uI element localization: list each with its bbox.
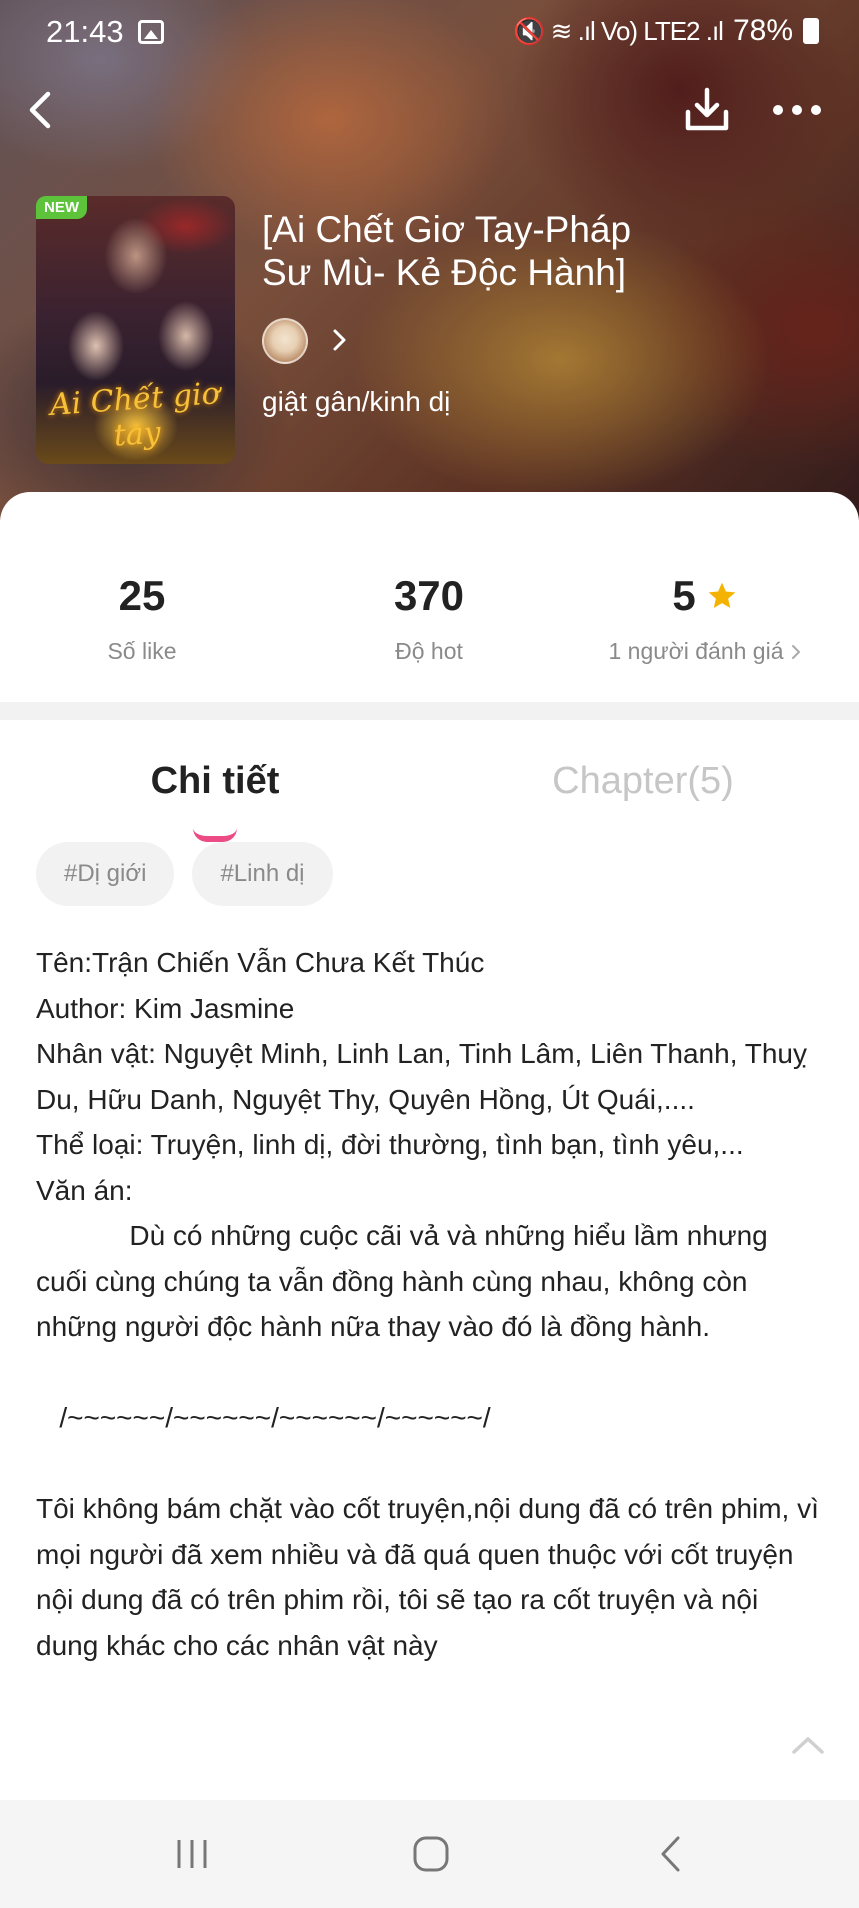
- home-icon: [413, 1836, 449, 1872]
- author-link[interactable]: [330, 327, 350, 353]
- system-back-button[interactable]: [656, 1834, 686, 1874]
- battery-percent: 78%: [732, 14, 793, 47]
- author-avatar[interactable]: [262, 318, 308, 364]
- hot-label: Độ hot: [395, 638, 463, 664]
- likes-stat: 25 Số like: [62, 572, 222, 665]
- recent-apps-button[interactable]: [174, 1836, 210, 1872]
- story-title: [Ai Chết Giơ Tay-Pháp Sư Mù- Kẻ Độc Hành…: [262, 209, 632, 293]
- rating-count-label: 1 người đánh giá: [608, 638, 784, 664]
- home-button[interactable]: [411, 1834, 451, 1874]
- hot-stat: 370 Độ hot: [349, 572, 509, 665]
- tab-bar: Chi tiết Chapter(5): [0, 720, 859, 842]
- system-navigation-bar: [0, 1800, 859, 1908]
- tag-chip[interactable]: #Linh dị: [192, 842, 333, 906]
- tab-detail[interactable]: Chi tiết: [118, 760, 312, 803]
- battery-icon: [803, 18, 819, 44]
- more-dots-icon: [773, 105, 821, 115]
- scroll-to-top-button[interactable]: [788, 1730, 828, 1760]
- active-tab-indicator: [193, 828, 237, 842]
- likes-label: Số like: [107, 638, 177, 664]
- star-icon: [708, 582, 736, 608]
- new-badge: NEW: [36, 196, 87, 219]
- signal-icons: 🔇 ≋ .ıl Vo) LTE2 .ıl: [512, 15, 724, 46]
- likes-value: 25: [118, 572, 166, 619]
- rating-stat[interactable]: 5 1 người đánh giá: [600, 572, 810, 665]
- back-button[interactable]: [18, 86, 66, 134]
- back-arrow-icon: [29, 91, 51, 129]
- rating-value-row: 5: [600, 572, 810, 620]
- tab-chapters[interactable]: Chapter(5): [530, 760, 756, 803]
- chevron-right-icon: [791, 644, 800, 659]
- story-description: Tên:Trận Chiến Vẫn Chưa Kết Thúc Author:…: [36, 947, 819, 1661]
- download-icon: [685, 87, 729, 131]
- chevron-up-icon: [792, 1737, 824, 1754]
- download-button[interactable]: [682, 84, 732, 134]
- cover-logo-text: Ai Chết giơ tay: [48, 376, 221, 454]
- recent-apps-icon: [177, 1840, 207, 1868]
- rating-value: 5: [672, 572, 696, 619]
- rating-label-row: 1 người đánh giá: [600, 638, 810, 665]
- back-chevron-icon: [661, 1836, 680, 1872]
- hot-value: 370: [393, 572, 465, 619]
- status-bar: 21:43 🔇 ≋ .ıl Vo) LTE2 .ıl 78%: [0, 0, 859, 62]
- story-cover-image: Ai Chết giơ tay: [36, 196, 235, 464]
- story-genre: giật gân/kinh dị: [262, 386, 451, 417]
- status-time: 21:43: [46, 14, 124, 49]
- status-indicators: 🔇 ≋ .ıl Vo) LTE2 .ıl 78%: [513, 14, 819, 48]
- gallery-notification-icon: [138, 20, 164, 44]
- chevron-right-icon: [333, 329, 346, 351]
- more-options-button[interactable]: [770, 90, 826, 130]
- tag-list: #Dị giới #Linh dị: [36, 842, 333, 906]
- stats-row: 25 Số like 370 Độ hot 5 1 người đánh giá: [0, 492, 859, 702]
- section-divider: [0, 702, 859, 720]
- detail-card: 25 Số like 370 Độ hot 5 1 người đánh giá: [0, 492, 859, 1908]
- tag-chip[interactable]: #Dị giới: [36, 842, 175, 906]
